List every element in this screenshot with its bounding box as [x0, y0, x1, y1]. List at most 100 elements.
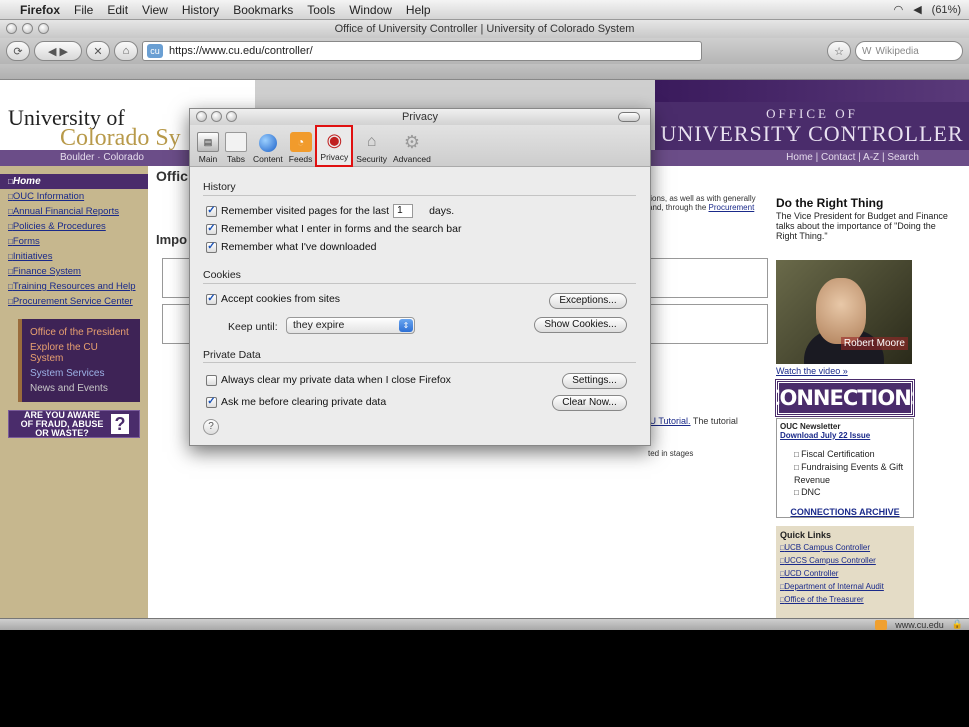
tab-content[interactable]: Content — [250, 125, 286, 167]
settings-button[interactable]: Settings... — [562, 373, 627, 389]
rss-status-icon[interactable] — [875, 619, 888, 630]
sidebar-item-annual-reports[interactable]: Annual Financial Reports — [0, 204, 148, 219]
menu-help[interactable]: Help — [406, 3, 431, 17]
tab-label: Security — [356, 154, 387, 164]
keep-until-select[interactable]: they expire ⇕ — [286, 317, 415, 334]
remember-downloads-checkbox[interactable]: ✓ — [206, 241, 217, 253]
menu-edit[interactable]: Edit — [107, 3, 128, 17]
intro-text: tions, as well as with generally and, th… — [648, 194, 768, 212]
sidebar-item-policies[interactable]: Policies & Procedures — [0, 219, 148, 234]
dialog-titlebar: Privacy — [190, 109, 650, 125]
dtr-title: Do the Right Thing — [776, 196, 884, 210]
remember-pages-row: ✓ Remember visited pages for the last 1 … — [206, 204, 454, 218]
sidebar-item-ouc-information[interactable]: OUC Information — [0, 189, 148, 204]
quick-link-ucb[interactable]: UCB Campus Controller — [780, 542, 910, 555]
close-window-button[interactable] — [6, 23, 17, 34]
list-item: Fiscal Certification — [794, 448, 910, 461]
sidebar-item-news[interactable]: News and Events — [30, 381, 132, 396]
menu-window[interactable]: Window — [349, 3, 392, 17]
quick-link-audit[interactable]: Department of Internal Audit — [780, 581, 910, 594]
procurement-link[interactable]: Procurement — [709, 203, 755, 212]
menu-file[interactable]: File — [74, 3, 93, 17]
dialog-zoom-button[interactable] — [226, 111, 237, 122]
watch-video-link[interactable]: Watch the video » — [776, 366, 848, 376]
menu-view[interactable]: View — [142, 3, 168, 17]
menu-bookmarks[interactable]: Bookmarks — [233, 3, 293, 17]
volume-icon[interactable]: ◀ — [913, 3, 921, 16]
remember-pages-label: Remember visited pages for the last — [221, 205, 390, 217]
minimize-window-button[interactable] — [22, 23, 33, 34]
important-heading: Impo — [156, 232, 188, 247]
tab-security[interactable]: ⌂ Security — [353, 125, 390, 167]
remember-forms-checkbox[interactable]: ✓ — [206, 223, 217, 235]
back-forward-button[interactable]: ◀ ▶ — [34, 41, 82, 61]
stop-button[interactable]: ✕ — [86, 41, 110, 61]
exceptions-button[interactable]: Exceptions... — [549, 293, 627, 309]
sidebar-item-initiatives[interactable]: Initiatives — [0, 249, 148, 264]
tab-label: Feeds — [288, 154, 313, 164]
quick-link-uccs[interactable]: UCCS Campus Controller — [780, 555, 910, 568]
quick-link-treasurer[interactable]: Office of the Treasurer — [780, 594, 910, 607]
toolbar-toggle-button[interactable] — [618, 112, 640, 122]
sidebar-item-system-services[interactable]: System Services — [30, 366, 132, 381]
chevron-updown-icon: ⇕ — [399, 319, 413, 332]
tab-main[interactable]: ▤ Main — [194, 125, 222, 167]
sidebar-item-president[interactable]: Office of the President — [30, 325, 132, 340]
utility-links[interactable]: Home | Contact | A-Z | Search — [786, 152, 919, 163]
dialog-close-button[interactable] — [196, 111, 207, 122]
window-titlebar: Office of University Controller | Univer… — [0, 20, 969, 38]
url-bar[interactable]: cu https://www.cu.edu/controller/ — [142, 41, 702, 61]
tab-advanced[interactable]: ⚙ Advanced — [390, 125, 434, 167]
sidebar-item-procurement[interactable]: Procurement Service Center — [0, 294, 148, 309]
bookmark-star-button[interactable]: ☆ — [827, 41, 851, 61]
accept-cookies-checkbox[interactable]: ✓ — [206, 293, 217, 305]
controller-text: UNIVERSITY CONTROLLER — [660, 121, 964, 146]
video-thumbnail[interactable]: Robert Moore — [776, 260, 912, 364]
sidebar-system-links: Office of the President Explore the CU S… — [18, 319, 140, 402]
download-issue-link[interactable]: Download July 22 Issue — [780, 431, 910, 440]
quick-link-ucd[interactable]: UCD Controller — [780, 568, 910, 581]
always-clear-label: Always clear my private data when I clos… — [221, 374, 451, 386]
always-clear-checkbox[interactable] — [206, 374, 217, 386]
battery-status[interactable]: (61%) — [932, 4, 961, 16]
reload-button[interactable]: ⟳ — [6, 41, 30, 61]
search-placeholder: Wikipedia — [875, 45, 919, 57]
menu-history[interactable]: History — [182, 3, 219, 17]
sidebar-item-training[interactable]: Training Resources and Help — [0, 279, 148, 294]
dialog-minimize-button[interactable] — [211, 111, 222, 122]
lock-icon[interactable]: 🔒 — [952, 619, 963, 630]
clear-now-button[interactable]: Clear Now... — [552, 395, 627, 411]
connections-banner[interactable]: CONNECTIONS — [765, 379, 926, 417]
tab-tabs[interactable]: Tabs — [222, 125, 250, 167]
connections-box: OUC Newsletter Download July 22 Issue Fi… — [776, 418, 914, 518]
campus-links[interactable]: Boulder · Colorado — [60, 152, 144, 163]
status-bar: www.cu.edu 🔒 — [0, 618, 969, 630]
search-field[interactable]: W Wikipedia — [855, 41, 963, 61]
home-button[interactable]: ⌂ — [114, 41, 138, 61]
tab-privacy[interactable]: ◉ Privacy — [315, 125, 354, 167]
university-logo[interactable]: University of Colorado Sy — [8, 107, 181, 151]
remember-pages-checkbox[interactable]: ✓ — [206, 205, 217, 217]
show-cookies-button[interactable]: Show Cookies... — [534, 317, 627, 333]
menu-app-firefox[interactable]: Firefox — [20, 3, 60, 17]
wifi-icon[interactable]: ◠ — [894, 3, 904, 16]
controller-banner[interactable]: OFFICE OF UNIVERSITY CONTROLLER — [655, 102, 969, 150]
sidebar-item-explore[interactable]: Explore the CU System — [30, 340, 132, 366]
video-caption: Robert Moore — [840, 337, 908, 350]
office-of-text: OFFICE OF — [766, 106, 858, 121]
ask-before-row: ✓ Ask me before clearing private data — [206, 396, 386, 408]
tab-feeds[interactable]: ◔ Feeds — [286, 125, 316, 167]
connections-archive-link[interactable]: CONNECTIONS ARCHIVE — [780, 507, 910, 517]
sidebar-item-home[interactable]: Home — [0, 174, 148, 189]
tutorial-text: CU Tutorial. The tutorial — [643, 416, 738, 426]
fraud-banner[interactable]: ARE YOU AWARE OF FRAUD, ABUSE OR WASTE? … — [8, 410, 140, 438]
site-identity-icon[interactable]: cu — [147, 44, 163, 58]
menu-tools[interactable]: Tools — [307, 3, 335, 17]
sidebar-item-finance-system[interactable]: Finance System — [0, 264, 148, 279]
remember-days-input[interactable]: 1 — [393, 204, 414, 218]
zoom-window-button[interactable] — [38, 23, 49, 34]
sidebar-item-forms[interactable]: Forms — [0, 234, 148, 249]
list-item: Fundraising Events & Gift Revenue — [794, 461, 910, 486]
ask-before-checkbox[interactable]: ✓ — [206, 396, 217, 408]
help-button[interactable]: ? — [203, 419, 219, 435]
